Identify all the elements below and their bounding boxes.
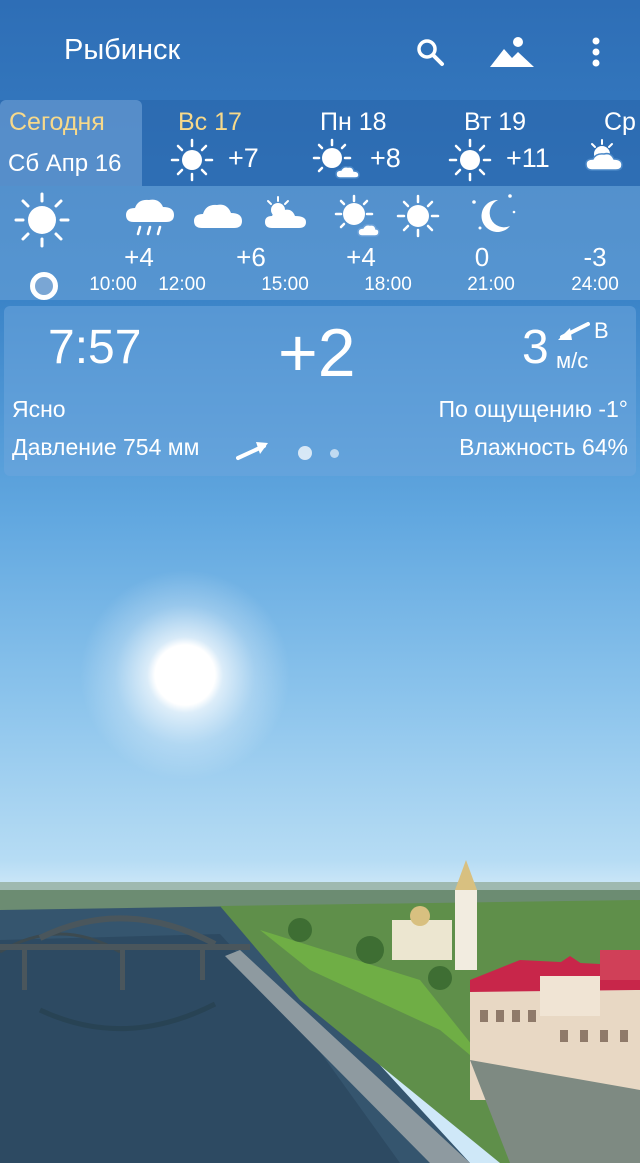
- city-title[interactable]: Рыбинск: [64, 34, 180, 67]
- daily-forecast-strip: Сегодня Сб Апр 16 Вс 17 +7 Пн 18 +8 Вт 1…: [0, 100, 640, 186]
- day-wednesday[interactable]: Ср: [584, 100, 640, 186]
- hourly-temp: 0: [474, 242, 490, 272]
- hourly-time: 12:00: [158, 274, 206, 295]
- feels-like: По ощущению -1°: [438, 396, 628, 422]
- current-time: 7:57: [48, 321, 142, 374]
- page-indicator-active[interactable]: [298, 446, 312, 460]
- day-label: Пн 18: [320, 108, 387, 136]
- sun-glow: [80, 570, 290, 780]
- day-today-label: Сегодня: [9, 108, 105, 136]
- current-hour-marker: [30, 272, 58, 300]
- sun-cloud-icon: [334, 194, 380, 237]
- sun-icon: [448, 138, 492, 182]
- sun-cloud-icon: [312, 138, 360, 179]
- day-temp: +11: [506, 143, 550, 173]
- moon-stars-icon: [472, 194, 516, 232]
- day-label: Вс 17: [178, 108, 242, 136]
- wind-speed: 3: [522, 321, 549, 374]
- search-button[interactable]: [408, 30, 452, 74]
- wind-arrow-icon: [558, 322, 590, 340]
- city-landscape-image: [0, 860, 640, 1163]
- day-today[interactable]: Сегодня Сб Апр 16: [0, 100, 142, 186]
- sun-cloud-icon: [585, 139, 623, 171]
- day-label: Ср: [604, 108, 636, 136]
- day-temp: +8: [370, 143, 401, 173]
- app-bar: Рыбинск: [0, 0, 640, 100]
- hourly-time: 18:00: [364, 274, 412, 295]
- more-menu-button[interactable]: [574, 30, 618, 74]
- humidity: Влажность 64%: [459, 434, 628, 460]
- sun-cloud-icon: [265, 196, 306, 228]
- hourly-temp: +4: [346, 242, 376, 272]
- day-today-date: Сб Апр 16: [8, 150, 122, 177]
- hourly-forecast-strip: +4 +6 +4 0 -3 10:00 12:00 15:00 18:00 21…: [0, 186, 640, 300]
- hourly-temp: -3: [583, 242, 607, 272]
- pressure-trend-icon: [236, 442, 268, 460]
- hourly-temp: +6: [236, 242, 266, 272]
- background-button[interactable]: [488, 30, 536, 74]
- sun-icon: [170, 138, 214, 182]
- wind-unit: м/с: [556, 348, 589, 373]
- day-sunday[interactable]: Вс 17 +7: [160, 100, 290, 186]
- day-temp: +7: [228, 143, 259, 173]
- search-icon: [417, 39, 444, 66]
- hourly-time: 24:00: [571, 274, 619, 295]
- rain-cloud-icon: [126, 199, 174, 236]
- cloud-icon: [194, 204, 242, 228]
- hourly-time: 21:00: [467, 274, 515, 295]
- hourly-time: 15:00: [261, 274, 309, 295]
- pressure: Давление 754 мм: [12, 434, 200, 460]
- hourly-time: 10:00: [89, 274, 137, 295]
- sun-icon: [14, 192, 70, 248]
- day-tuesday[interactable]: Вт 19 +11: [448, 100, 578, 186]
- hourly-temp: +4: [124, 242, 154, 272]
- page-indicator[interactable]: [330, 449, 339, 458]
- wind-direction: В: [594, 318, 609, 343]
- condition-text: Ясно: [12, 396, 66, 422]
- mountains-icon: [490, 37, 534, 67]
- day-label: Вт 19: [464, 108, 527, 136]
- day-monday[interactable]: Пн 18 +8: [306, 100, 436, 186]
- current-temperature: +2: [278, 315, 356, 391]
- current-conditions-panel[interactable]: 7:57 +2 3 В м/с Ясно По ощущению -1° Дав…: [4, 306, 636, 476]
- sun-icon: [396, 194, 440, 238]
- more-vert-icon: [592, 37, 600, 67]
